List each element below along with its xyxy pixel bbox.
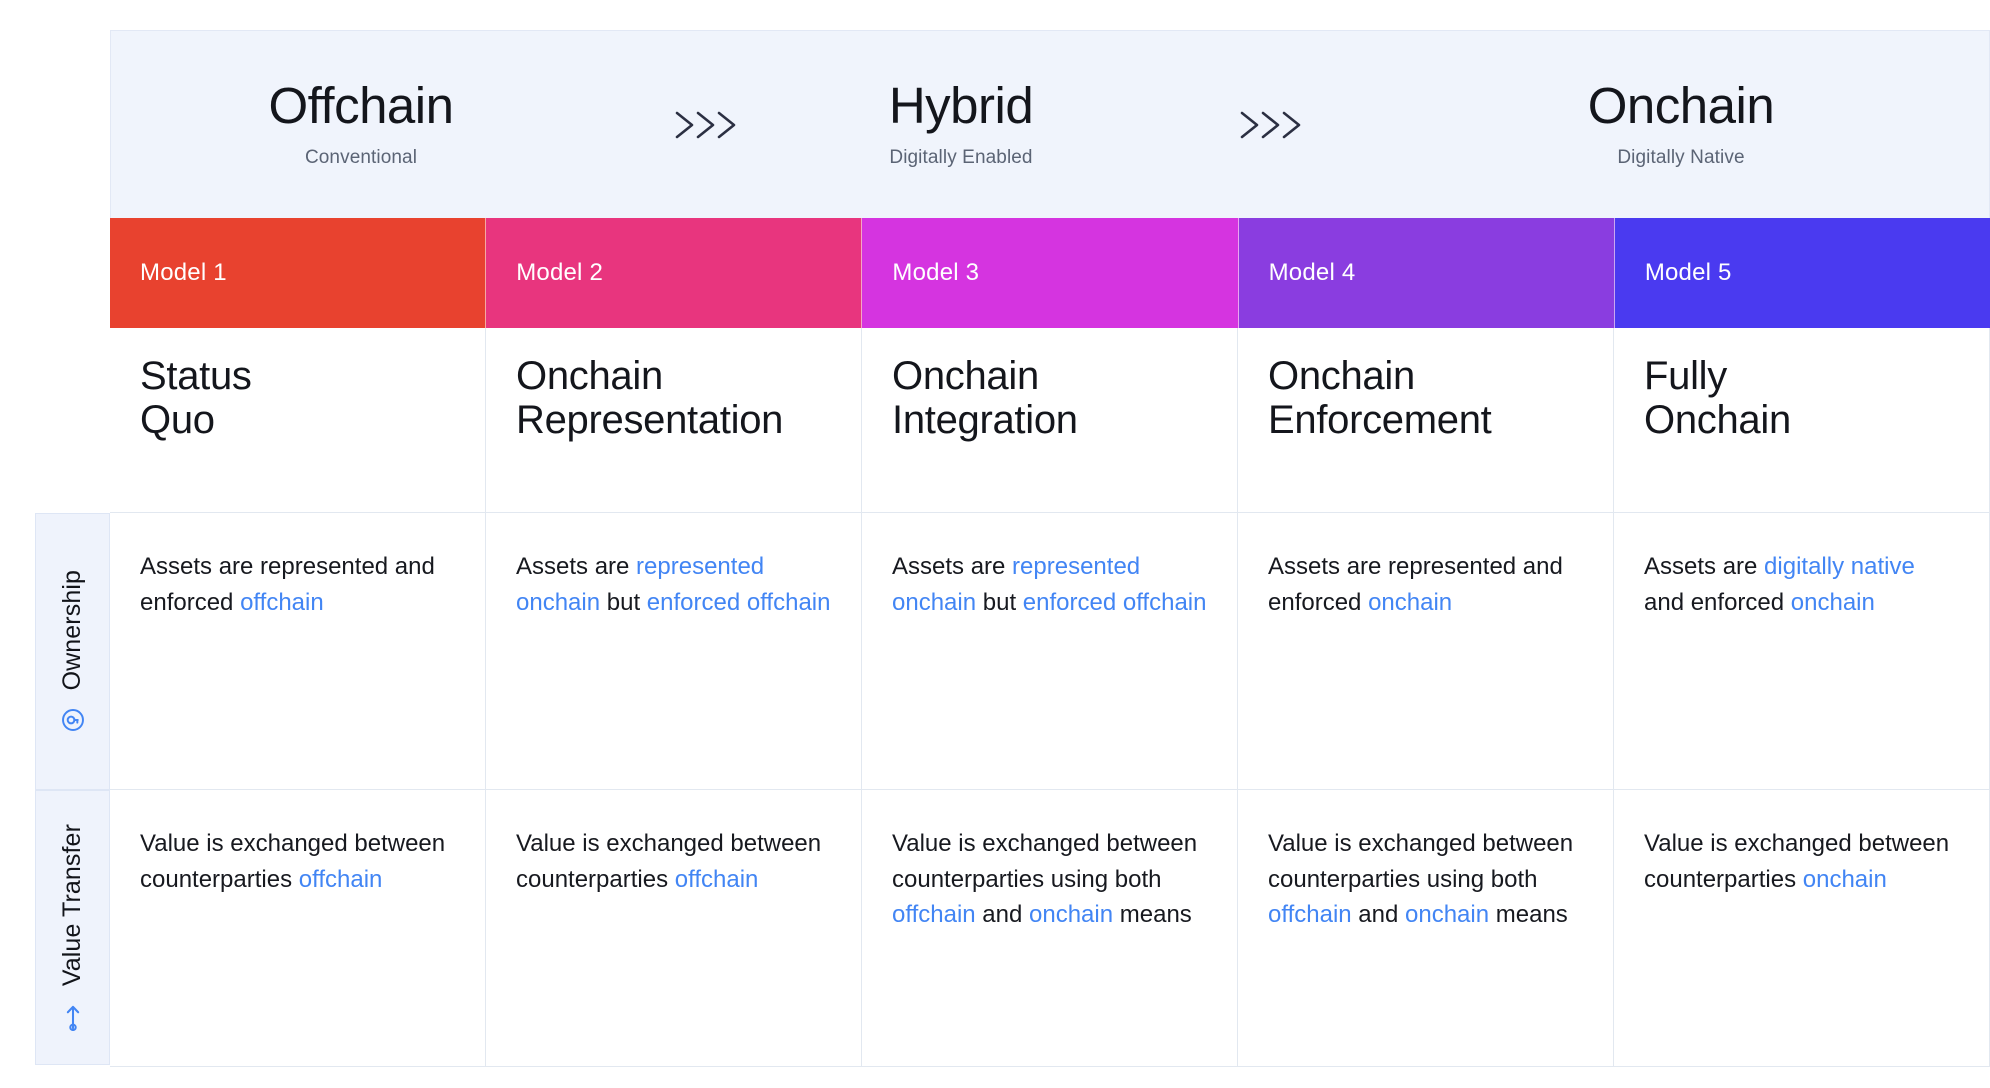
value-transfer-row: Value is exchanged between counterpartie… — [110, 790, 1990, 1067]
highlight-term: onchain — [1803, 866, 1887, 893]
stage-subtitle: Conventional — [111, 147, 611, 169]
model-badge-label: Model 1 — [110, 259, 227, 287]
cell-r1-c1: Assets are represented and enforced offc… — [110, 513, 486, 790]
plain-text: and enforced — [1644, 589, 1791, 616]
stage-subtitle: Digitally Enabled — [801, 147, 1121, 169]
plain-text: Value is exchanged between counterpartie… — [892, 830, 1197, 893]
cell-text: Value is exchanged between counterpartie… — [516, 826, 831, 897]
spectrum-stage-row: Offchain Conventional Hybrid Digitally E… — [111, 31, 1989, 218]
model-badge-label: Model 3 — [862, 259, 979, 287]
highlight-term: onchain — [1368, 589, 1452, 616]
highlight-term: offchain — [1268, 901, 1352, 928]
cell-r1-c2: Assets are represented onchain but enfor… — [486, 513, 862, 790]
row-label-text: Ownership — [58, 570, 87, 690]
stage-title: Onchain — [1421, 80, 1941, 131]
highlight-term: offchain — [240, 589, 324, 616]
cell-text: Assets are represented and enforced onch… — [1268, 549, 1583, 620]
cell-r2-c5: Value is exchanged between counterpartie… — [1614, 790, 1990, 1067]
cell-r2-c1: Value is exchanged between counterpartie… — [110, 790, 486, 1067]
model-badge-5: Model 5 — [1615, 218, 1990, 328]
ownership-badge-icon — [60, 707, 86, 733]
highlight-term: offchain — [675, 866, 759, 893]
highlight-term: onchain — [1405, 901, 1489, 928]
model-name: FullyOnchain — [1644, 354, 1959, 442]
model-name-cell-4: OnchainEnforcement — [1238, 328, 1614, 513]
highlight-term: offchain — [892, 901, 976, 928]
plain-text: and — [1352, 901, 1405, 928]
plain-text: Value is exchanged between counterpartie… — [516, 830, 821, 893]
stage-hybrid: Hybrid Digitally Enabled — [801, 80, 1121, 169]
comparison-matrix: Ownership Value Transfer — [0, 0, 1990, 1088]
stage-offchain: Offchain Conventional — [111, 80, 611, 169]
highlight-term: digitally native — [1764, 553, 1915, 580]
cell-r1-c3: Assets are represented onchain but enfor… — [862, 513, 1238, 790]
row-label-stack: Value Transfer — [58, 824, 87, 1030]
plain-text: Assets are — [892, 553, 1012, 580]
cell-text: Assets are represented onchain but enfor… — [516, 549, 831, 620]
plain-text: means — [1113, 901, 1192, 928]
cell-text: Assets are represented and enforced offc… — [140, 549, 455, 620]
model-name: OnchainIntegration — [892, 354, 1207, 442]
model-name: OnchainEnforcement — [1268, 354, 1583, 442]
model-name-cell-1: StatusQuo — [110, 328, 486, 513]
plain-text: Value is exchanged between counterpartie… — [1268, 830, 1573, 893]
chevrons-right-icon — [1121, 103, 1421, 147]
cell-text: Assets are digitally native and enforced… — [1644, 549, 1959, 620]
value-transfer-arrow-icon — [61, 1003, 85, 1031]
highlight-term: onchain — [1029, 901, 1113, 928]
model-name-cell-5: FullyOnchain — [1614, 328, 1990, 513]
plain-text: Assets are — [1644, 553, 1764, 580]
model-name: OnchainRepresentation — [516, 354, 831, 442]
cell-text: Value is exchanged between counterpartie… — [1644, 826, 1959, 897]
highlight-term: offchain — [299, 866, 383, 893]
cell-text: Value is exchanged between counterpartie… — [892, 826, 1207, 933]
highlight-term: enforced offchain — [647, 589, 831, 616]
cell-text: Value is exchanged between counterpartie… — [1268, 826, 1583, 933]
model-badge-2: Model 2 — [486, 218, 862, 328]
plain-text: but — [976, 589, 1023, 616]
plain-text: Assets are — [516, 553, 636, 580]
spectrum-header-band: Offchain Conventional Hybrid Digitally E… — [110, 30, 1990, 218]
model-name-cell-3: OnchainIntegration — [862, 328, 1238, 513]
cell-r2-c4: Value is exchanged between counterpartie… — [1238, 790, 1614, 1067]
matrix-grid: Offchain Conventional Hybrid Digitally E… — [110, 30, 1990, 1067]
model-name: StatusQuo — [140, 354, 455, 442]
cell-r2-c3: Value is exchanged between counterpartie… — [862, 790, 1238, 1067]
model-name-row: StatusQuo OnchainRepresentation OnchainInt… — [110, 328, 1990, 513]
stage-onchain: Onchain Digitally Native — [1421, 80, 1941, 169]
model-badge-label: Model 4 — [1239, 259, 1356, 287]
model-badge-1: Model 1 — [110, 218, 486, 328]
model-badge-4: Model 4 — [1239, 218, 1615, 328]
plain-text: means — [1489, 901, 1568, 928]
row-label-value-transfer: Value Transfer — [35, 790, 110, 1065]
plain-text: Value is exchanged between counterpartie… — [140, 830, 445, 893]
plain-text: but — [600, 589, 647, 616]
highlight-term: enforced offchain — [1023, 589, 1207, 616]
cell-r1-c4: Assets are represented and enforced onch… — [1238, 513, 1614, 790]
model-name-cell-2: OnchainRepresentation — [486, 328, 862, 513]
chevrons-right-icon — [611, 103, 801, 147]
cell-text: Value is exchanged between counterpartie… — [140, 826, 455, 897]
cell-text: Assets are represented onchain but enfor… — [892, 549, 1207, 620]
model-badge-label: Model 2 — [486, 259, 603, 287]
row-label-ownership: Ownership — [35, 513, 110, 790]
stage-title: Hybrid — [801, 80, 1121, 131]
plain-text: Value is exchanged between counterpartie… — [1644, 830, 1949, 893]
model-badge-row: Model 1 Model 2 Model 3 Model 4 Model 5 — [110, 218, 1990, 328]
row-label-stack: Ownership — [58, 570, 87, 732]
model-badge-3: Model 3 — [862, 218, 1238, 328]
cell-r1-c5: Assets are digitally native and enforced… — [1614, 513, 1990, 790]
model-badge-label: Model 5 — [1615, 259, 1732, 287]
row-label-text: Value Transfer — [58, 824, 87, 986]
ownership-row: Assets are represented and enforced offc… — [110, 513, 1990, 790]
stage-title: Offchain — [111, 80, 611, 131]
stage-subtitle: Digitally Native — [1421, 147, 1941, 169]
highlight-term: onchain — [1791, 589, 1875, 616]
plain-text: and — [976, 901, 1029, 928]
cell-r2-c2: Value is exchanged between counterpartie… — [486, 790, 862, 1067]
